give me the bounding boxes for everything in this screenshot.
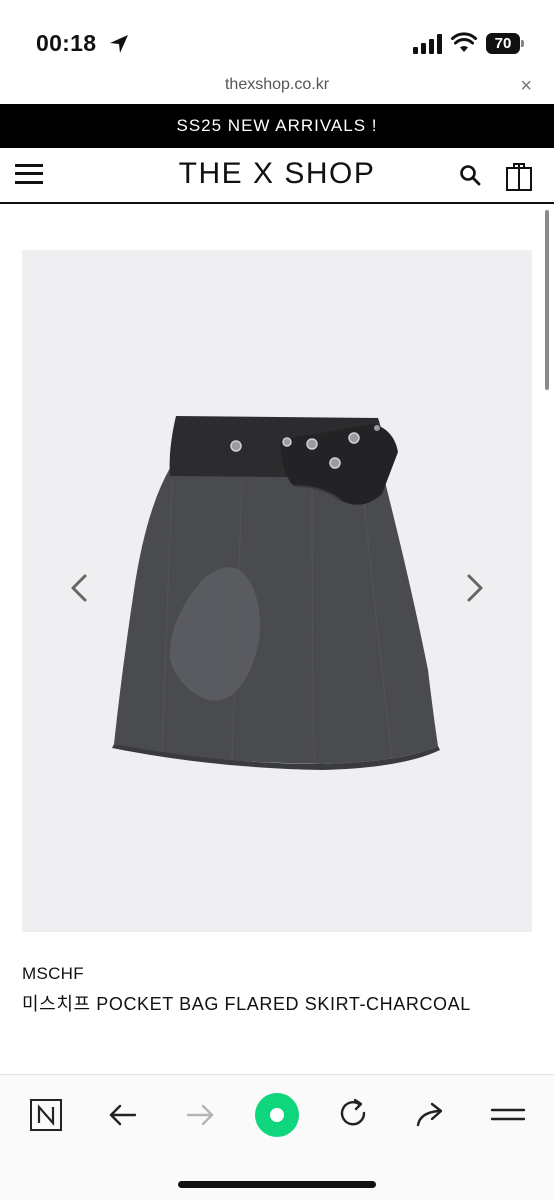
naver-icon[interactable] [24,1093,68,1137]
shopping-bag-icon[interactable] [505,160,533,192]
promo-banner[interactable]: SS25 NEW ARRIVALS ! [0,104,554,148]
battery-tip [521,40,524,47]
share-icon[interactable] [408,1093,452,1137]
forward-arrow-icon[interactable] [178,1093,222,1137]
battery-level: 70 [486,33,520,54]
signal-icon [413,34,442,54]
back-arrow-icon[interactable] [101,1093,145,1137]
browser-toolbar [0,1074,554,1200]
refresh-icon[interactable] [331,1093,375,1137]
url-text[interactable]: thexshop.co.kr [0,76,554,94]
skirt-illustration [112,416,440,770]
product-image[interactable] [22,250,532,932]
scrollbar[interactable] [545,210,549,390]
status-bar: 00:18 70 [0,0,554,72]
home-indicator[interactable] [178,1181,376,1188]
location-icon [110,35,128,53]
search-icon[interactable] [458,163,482,187]
chevron-left-icon[interactable] [64,568,94,608]
close-icon[interactable]: × [520,75,532,98]
page: 00:18 70 thexshop.co.kr × SS25 NEW ARRIV… [0,0,554,1200]
product-name: 미스치프 POCKET BAG FLARED SKIRT-CHARCOAL [22,994,471,1014]
menu-lines-icon[interactable] [486,1093,530,1137]
green-dot-icon[interactable] [253,1091,301,1139]
wifi-icon [451,32,477,52]
url-bar[interactable]: thexshop.co.kr × [0,72,554,104]
status-time: 00:18 [36,30,97,56]
battery-icon: 70 [486,33,524,54]
product-brand[interactable]: MSCHF [22,964,84,984]
chevron-right-icon[interactable] [460,568,490,608]
site-header: THE X SHOP [0,148,554,204]
